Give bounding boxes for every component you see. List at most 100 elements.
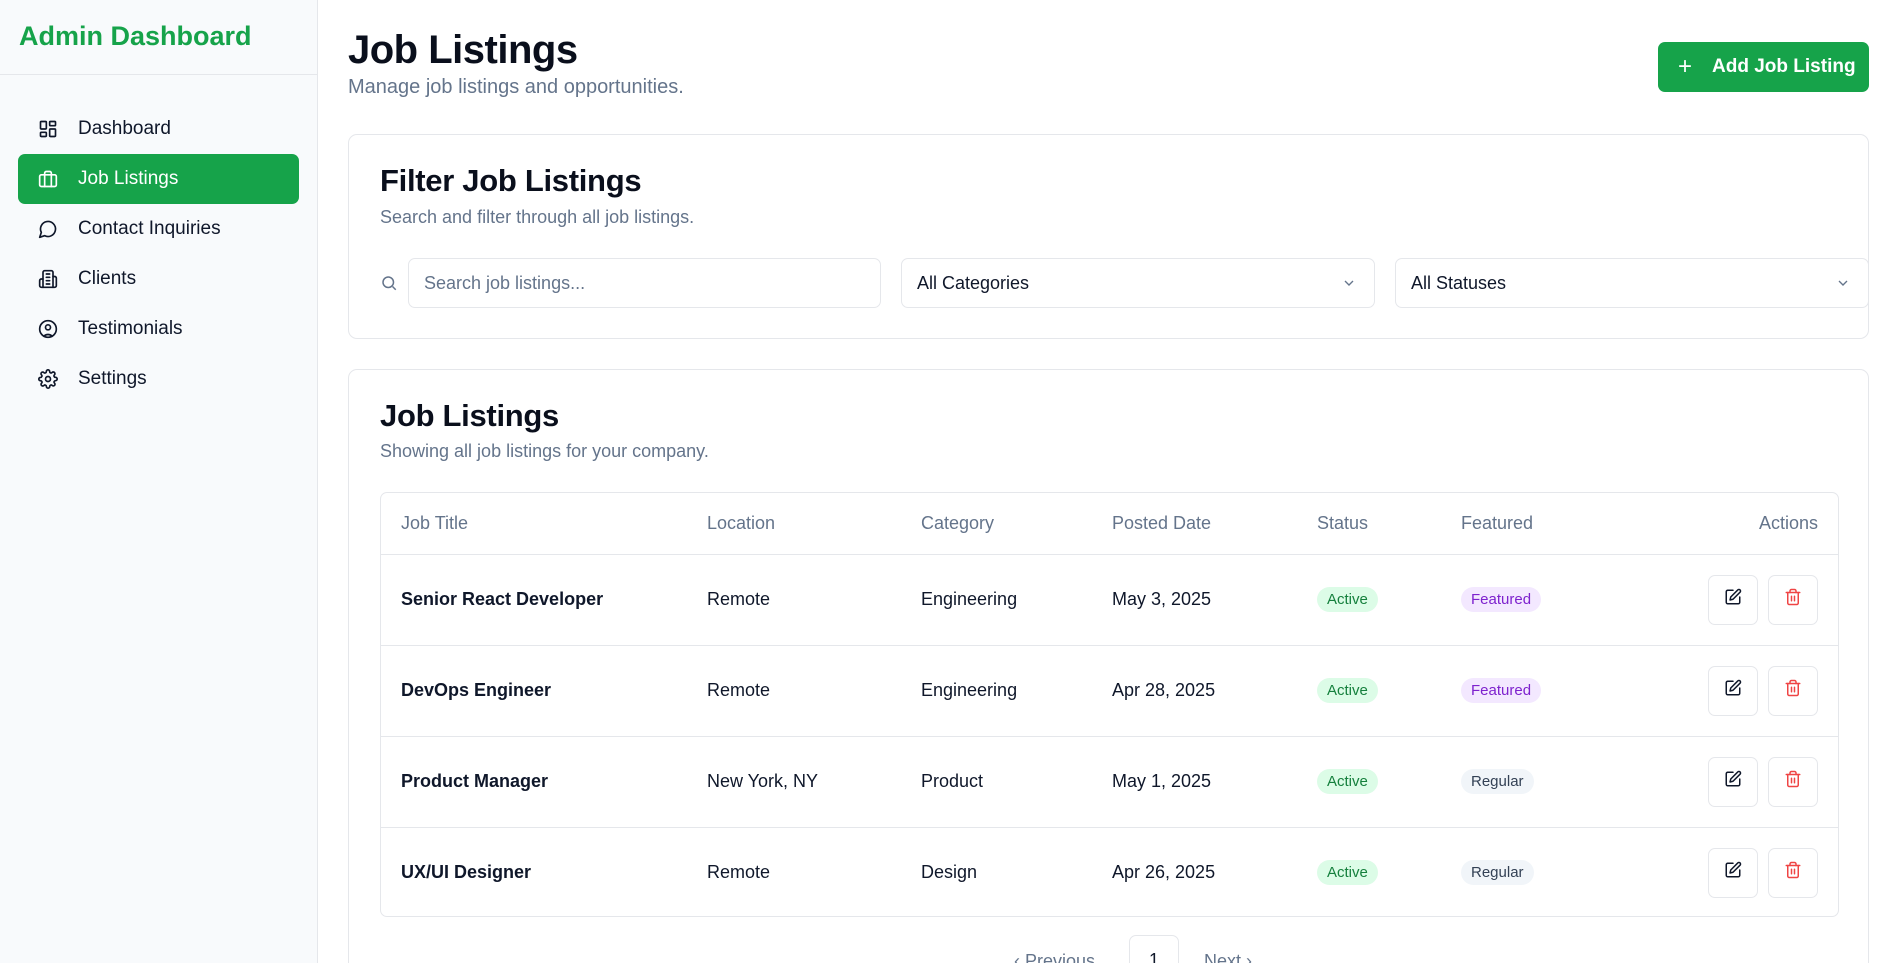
status-cell: Active (1317, 554, 1461, 646)
column-header-actions: Actions (1661, 493, 1838, 555)
status-cell: Active (1317, 827, 1461, 916)
column-header-category[interactable]: Category (921, 493, 1112, 555)
category-cell: Engineering (921, 554, 1112, 646)
page-subtitle: Manage job listings and opportunities. (348, 76, 684, 98)
sidebar-item-label: Contact Inquiries (78, 218, 221, 239)
sidebar-item-settings[interactable]: Settings (18, 354, 299, 404)
column-header-status[interactable]: Status (1317, 493, 1461, 555)
pagination-previous-label: Previous (1025, 951, 1096, 963)
listings-card-subtitle: Showing all job listings for your compan… (380, 441, 709, 461)
sidebar-item-testimonials[interactable]: Testimonials (18, 304, 299, 354)
sidebar-item-label: Dashboard (78, 118, 171, 139)
job-title-cell: Senior React Developer (381, 554, 707, 646)
status-badge: Active (1317, 769, 1378, 794)
chevron-down-icon (1344, 280, 1354, 286)
briefcase-icon (38, 169, 58, 189)
chevron-down-icon (1838, 280, 1848, 286)
location-cell: Remote (707, 554, 921, 646)
search-icon (380, 274, 398, 292)
featured-cell: Regular (1461, 827, 1661, 916)
sidebar-item-label: Testimonials (78, 318, 183, 339)
pagination-next-label: Next (1204, 951, 1242, 963)
edit-icon (1724, 588, 1742, 611)
job-title-cell: Product Manager (381, 736, 707, 828)
edit-button[interactable] (1708, 756, 1758, 807)
posted-date-cell: May 3, 2025 (1112, 554, 1317, 646)
category-select[interactable]: All Categories (901, 258, 1375, 308)
column-header-location[interactable]: Location (707, 493, 921, 555)
edit-button[interactable] (1708, 847, 1758, 898)
column-header-job-title[interactable]: Job Title (381, 493, 707, 555)
add-job-listing-button[interactable]: + Add Job Listing (1658, 42, 1869, 92)
table-row: Senior React Developer Remote Engineering M… (381, 554, 1838, 646)
actions-cell (1661, 554, 1838, 646)
location-cell: Remote (707, 862, 771, 883)
column-header-posted-date[interactable]: Posted Date (1112, 493, 1317, 555)
posted-date-cell: May 1, 2025 (1112, 736, 1317, 828)
featured-badge: Featured (1461, 678, 1542, 703)
table-row: DevOps Engineer Remote Engineering Apr 28, … (381, 645, 1838, 737)
posted-date-cell: Apr 28, 2025 (1112, 645, 1317, 737)
actions-cell (1661, 736, 1838, 828)
sidebar-nav: Dashboard Job Listings Contact Inquiries… (0, 75, 317, 404)
job-listings-card: Job Listings Showing all job listings fo… (348, 369, 1869, 963)
trash-icon (1784, 770, 1802, 793)
status-select[interactable]: All Statuses (1395, 258, 1869, 308)
delete-button[interactable] (1768, 665, 1818, 716)
table-header-row: Job Title Location Category Posted Date … (381, 493, 1838, 555)
status-select-value: All Statuses (1411, 272, 1507, 293)
sidebar-item-label: Job Listings (78, 168, 179, 189)
column-header-featured[interactable]: Featured (1461, 493, 1661, 555)
pagination-page-1[interactable]: 1 (1129, 935, 1179, 963)
featured-badge: Regular (1461, 860, 1534, 886)
delete-button[interactable] (1768, 756, 1818, 807)
status-cell: Active (1317, 736, 1461, 828)
actions-cell (1661, 645, 1838, 737)
status-cell: Active (1317, 645, 1461, 737)
add-job-listing-label: Add Job Listing (1712, 56, 1856, 77)
featured-cell: Featured (1461, 645, 1661, 737)
status-badge: Active (1317, 587, 1378, 612)
main-content: Job Listings Manage job listings and opp… (319, 0, 1901, 963)
location-cell: New York, NY (707, 736, 921, 828)
trash-icon (1784, 861, 1802, 884)
pagination-next[interactable]: Next › (1204, 951, 1252, 963)
user-circle-icon (38, 319, 58, 339)
building-icon (38, 269, 58, 289)
trash-icon (1784, 588, 1802, 611)
sidebar-item-label: Settings (78, 368, 147, 389)
listings-card-title: Job Listings (380, 398, 559, 433)
sidebar-item-job-listings[interactable]: Job Listings (18, 154, 299, 204)
job-title-cell: UX/UI Designer (401, 862, 532, 883)
table-row: UX/UI Designer Remote Design Apr 26, 2025 Ac… (381, 827, 1838, 916)
filter-card: Filter Job Listings Search and filter th… (348, 134, 1869, 339)
table-row: Product Manager New York, NY Product May 1,… (381, 736, 1838, 828)
status-badge: Active (1317, 678, 1378, 703)
filter-card-subtitle: Search and filter through all job listin… (380, 207, 695, 227)
sidebar: Admin Dashboard Dashboard Job Listings C… (0, 0, 318, 963)
page-title: Job Listings (348, 28, 578, 72)
sidebar-item-clients[interactable]: Clients (18, 254, 299, 304)
delete-button[interactable] (1768, 574, 1818, 625)
edit-icon (1724, 861, 1742, 884)
job-title-cell: DevOps Engineer (381, 645, 707, 737)
pagination-previous[interactable]: ‹ Previous (1014, 951, 1095, 963)
category-cell: Product (921, 736, 1112, 828)
search-input[interactable] (408, 258, 881, 308)
gear-icon (38, 369, 58, 389)
edit-button[interactable] (1708, 665, 1758, 716)
pagination: ‹ Previous 1 Next › (349, 935, 1868, 963)
delete-button[interactable] (1768, 847, 1818, 898)
sidebar-item-dashboard[interactable]: Dashboard (18, 104, 299, 154)
category-select-value: All Categories (917, 272, 1030, 293)
trash-icon (1784, 679, 1802, 702)
edit-button[interactable] (1708, 574, 1758, 625)
edit-icon (1724, 679, 1742, 702)
location-cell: Remote (707, 645, 921, 737)
filter-card-title: Filter Job Listings (380, 163, 642, 198)
featured-cell: Regular (1461, 736, 1661, 828)
dashboard-icon (38, 119, 58, 139)
job-listings-table: Job Title Location Category Posted Date … (380, 492, 1839, 917)
posted-date-cell: Apr 26, 2025 (1112, 862, 1216, 883)
sidebar-item-contact-inquiries[interactable]: Contact Inquiries (18, 204, 299, 254)
